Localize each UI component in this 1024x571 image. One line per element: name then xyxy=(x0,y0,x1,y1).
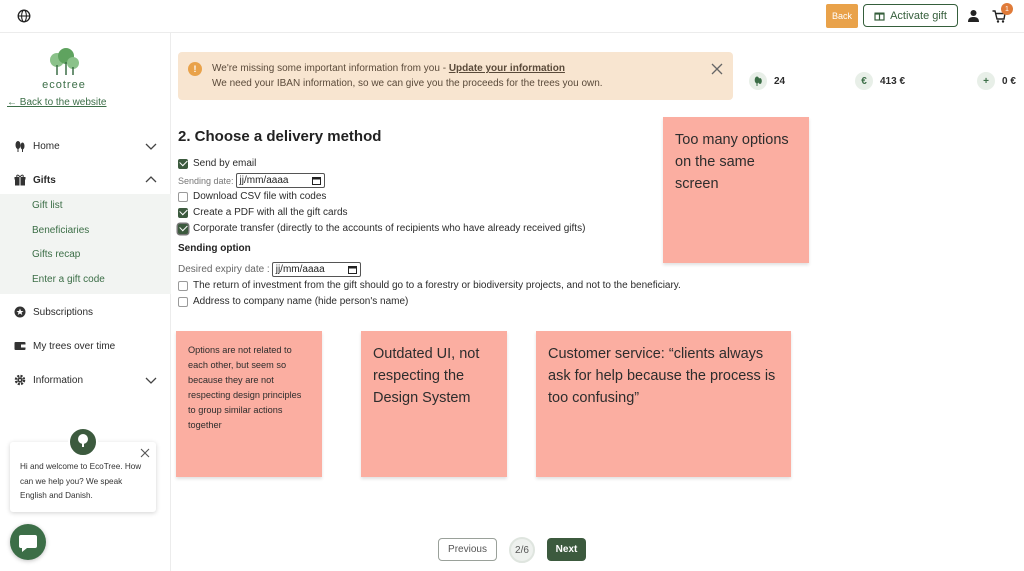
sidebar-item-label: Information xyxy=(33,374,84,386)
back-button[interactable]: Back xyxy=(826,4,858,28)
sidebar-item-label: Home xyxy=(33,140,60,152)
stat-proceeds-value: 0 € xyxy=(1002,75,1016,87)
calendar-icon[interactable] xyxy=(347,265,357,274)
warning-icon: ! xyxy=(188,62,202,76)
chat-avatar xyxy=(68,427,98,457)
logo-text: ecotree xyxy=(42,79,86,91)
address-company-checkbox[interactable] xyxy=(178,296,188,307)
gifts-submenu: Gift list Beneficiaries Gifts recap Ente… xyxy=(0,194,171,294)
sidebar-item-label: My trees over time xyxy=(33,340,116,352)
corporate-transfer-checkbox[interactable] xyxy=(178,223,188,234)
sidebar-item-label: Gifts xyxy=(33,174,56,186)
corporate-transfer-label: Corporate transfer (directly to the acco… xyxy=(193,223,586,234)
cart-count-badge: 1 xyxy=(1001,3,1013,15)
close-icon[interactable] xyxy=(140,448,150,458)
sidebar-subitem-gift-list[interactable]: Gift list xyxy=(0,194,171,219)
update-information-link[interactable]: Update your information xyxy=(449,63,565,74)
notice-line-2: We need your IBAN information, so we can… xyxy=(212,78,603,89)
activate-gift-button[interactable]: Activate gift xyxy=(863,4,958,27)
user-icon[interactable] xyxy=(967,9,980,23)
stat-trees-value: 24 xyxy=(774,75,786,87)
sidebar-subitem-enter-gift-code[interactable]: Enter a gift code xyxy=(0,268,171,293)
return-investment-option[interactable]: The return of investment from the gift s… xyxy=(178,280,681,291)
address-company-option[interactable]: Address to company name (hide person's n… xyxy=(178,296,408,307)
wallet-icon xyxy=(14,342,26,350)
date-placeholder: jj/mm/aaaa xyxy=(239,175,289,186)
send-by-email-checkbox[interactable] xyxy=(178,158,188,169)
stat-proceeds: + 0 € xyxy=(977,71,1016,91)
sending-date-label: Sending date: xyxy=(178,175,234,186)
sticky-note-text: Customer service: “clients always ask fo… xyxy=(548,346,776,406)
activate-gift-label: Activate gift xyxy=(890,9,947,22)
tree-icon xyxy=(749,72,767,90)
plus-icon: + xyxy=(977,72,995,90)
return-investment-label: The return of investment from the gift s… xyxy=(193,280,681,291)
sidebar-item-information[interactable]: Information xyxy=(0,365,171,395)
previous-button[interactable]: Previous xyxy=(438,538,497,561)
euro-icon: € xyxy=(855,72,873,90)
close-icon[interactable] xyxy=(711,63,723,75)
corporate-transfer-option[interactable]: Corporate transfer (directly to the acco… xyxy=(178,223,585,234)
chevron-up-icon[interactable] xyxy=(145,174,157,186)
sending-option-heading: Sending option xyxy=(178,243,251,254)
sidebar-item-my-trees[interactable]: My trees over time xyxy=(0,331,171,361)
chevron-down-icon[interactable] xyxy=(145,140,157,152)
sticky-note-unrelated-options: Options are not related to each other, b… xyxy=(176,331,322,477)
expiry-date-label: Desired expiry date : xyxy=(178,264,270,275)
step-indicator: 2/6 xyxy=(509,537,535,563)
back-to-website-link[interactable]: ← Back to the website xyxy=(7,97,107,108)
page-title: 2. Choose a delivery method xyxy=(178,128,382,145)
sticky-note-too-many-options: Too many options on the same screen xyxy=(663,117,809,263)
sticky-note-text: Too many options on the same screen xyxy=(675,132,789,192)
gear-icon xyxy=(14,374,26,386)
chat-button[interactable] xyxy=(10,524,46,560)
notice-line-1: We're missing some important information… xyxy=(212,63,565,74)
notice-text: We're missing some important information… xyxy=(212,63,449,74)
address-company-label: Address to company name (hide person's n… xyxy=(193,296,409,307)
download-csv-checkbox[interactable] xyxy=(178,191,188,202)
send-by-email-label: Send by email xyxy=(193,158,257,169)
sticky-note-customer-service: Customer service: “clients always ask fo… xyxy=(536,331,791,477)
date-placeholder: jj/mm/aaaa xyxy=(275,264,325,275)
create-pdf-label: Create a PDF with all the gift cards xyxy=(193,207,348,218)
sending-date-row: Sending date: jj/mm/aaaa xyxy=(178,173,325,188)
sidebar-item-home[interactable]: Home xyxy=(0,131,171,161)
top-bar: Back Activate gift 1 xyxy=(0,0,1024,33)
send-by-email-option[interactable]: Send by email xyxy=(178,158,256,169)
expiry-date-row: Desired expiry date : jj/mm/aaaa xyxy=(178,262,361,277)
create-pdf-option[interactable]: Create a PDF with all the gift cards xyxy=(178,207,348,218)
missing-info-banner xyxy=(178,52,733,100)
gift-icon xyxy=(874,12,885,21)
tree-icon xyxy=(78,434,88,447)
globe-icon[interactable] xyxy=(17,9,31,23)
chat-message: Hi and welcome to EcoTree. How can we he… xyxy=(20,462,142,500)
stat-trees: 24 xyxy=(749,71,785,91)
calendar-icon[interactable] xyxy=(311,176,321,185)
sidebar-item-label: Subscriptions xyxy=(33,306,94,318)
chevron-down-icon[interactable] xyxy=(145,374,157,386)
gift-icon xyxy=(14,174,26,186)
trees-icon xyxy=(15,141,25,152)
sidebar-item-subscriptions[interactable]: Subscriptions xyxy=(0,297,171,327)
chat-bubble-icon xyxy=(19,535,37,552)
sticky-note-text: Options are not related to each other, b… xyxy=(188,345,302,430)
sticky-note-text: Outdated UI, not respecting the Design S… xyxy=(373,346,480,406)
sending-date-input[interactable]: jj/mm/aaaa xyxy=(235,173,325,188)
expiry-date-input[interactable]: jj/mm/aaaa xyxy=(271,262,361,277)
create-pdf-checkbox[interactable] xyxy=(178,207,188,218)
sidebar-subitem-beneficiaries[interactable]: Beneficiaries xyxy=(0,219,171,244)
return-investment-checkbox[interactable] xyxy=(178,280,188,291)
download-csv-option[interactable]: Download CSV file with codes xyxy=(178,191,326,202)
stat-balance: € 413 € xyxy=(855,71,905,91)
star-icon xyxy=(14,306,26,318)
stat-balance-value: 413 € xyxy=(880,75,906,87)
sidebar-item-gifts[interactable]: Gifts xyxy=(0,165,171,195)
next-button[interactable]: Next xyxy=(547,538,586,561)
download-csv-label: Download CSV file with codes xyxy=(193,191,327,202)
sticky-note-outdated-ui: Outdated UI, not respecting the Design S… xyxy=(361,331,507,477)
sidebar-subitem-gifts-recap[interactable]: Gifts recap xyxy=(0,243,171,268)
